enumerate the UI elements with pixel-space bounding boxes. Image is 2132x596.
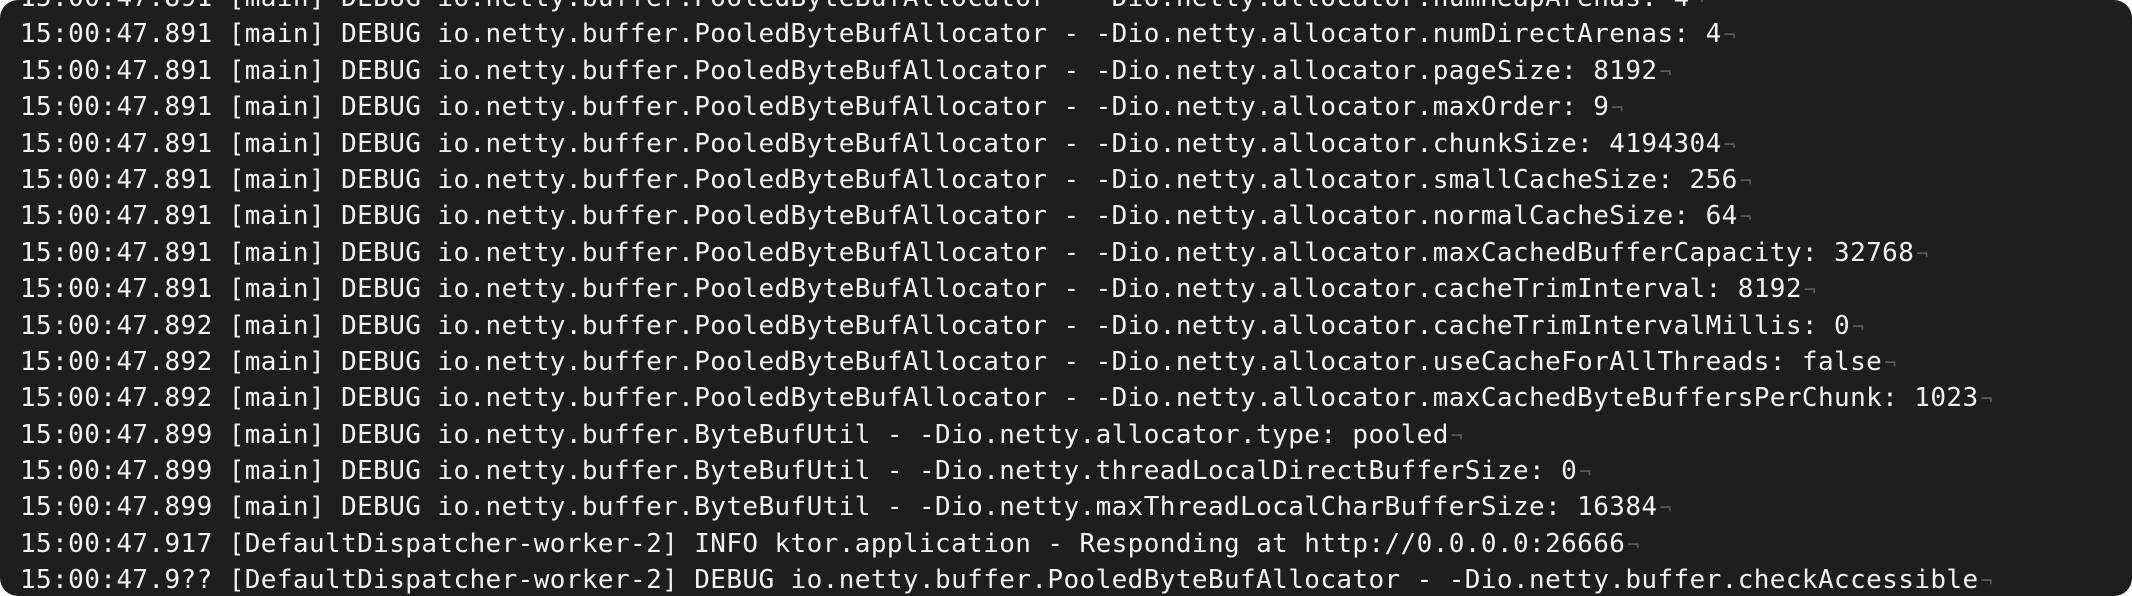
eol-marker-icon: ¬	[1852, 314, 1865, 339]
log-line: 15:00:47.891 [main] DEBUG io.netty.buffe…	[20, 89, 2132, 125]
log-line: 15:00:47.891 [main] DEBUG io.netty.buffe…	[20, 198, 2132, 234]
log-line: 15:00:47.891 [main] DEBUG io.netty.buffe…	[20, 271, 2132, 307]
log-line: 15:00:47.892 [main] DEBUG io.netty.buffe…	[20, 344, 2132, 380]
eol-marker-icon: ¬	[1611, 96, 1624, 121]
eol-marker-icon: ¬	[1659, 59, 1672, 84]
eol-marker-icon: ¬	[1723, 132, 1737, 157]
log-line-text: 15:00:47.891 [main] DEBUG io.netty.buffe…	[20, 201, 1738, 232]
eol-marker-icon: ¬	[1723, 23, 1737, 48]
log-line-text: 15:00:47.891 [main] DEBUG io.netty.buffe…	[20, 19, 1722, 50]
log-line: 15:00:47.891 [main] DEBUG io.netty.buffe…	[20, 235, 2132, 271]
eol-marker-icon: ¬	[1659, 496, 1672, 521]
terminal-window[interactable]: 15:00:47.891 [main] DEBUG io.netty.buffe…	[0, 0, 2132, 596]
log-line-text: 15:00:47.9?? [DefaultDispatcher-worker-2…	[20, 565, 1979, 596]
log-line-text: 15:00:47.891 [main] DEBUG io.netty.buffe…	[20, 0, 1690, 13]
log-line: 15:00:47.899 [main] DEBUG io.netty.buffe…	[20, 453, 2132, 489]
log-line: 15:00:47.9?? [DefaultDispatcher-worker-2…	[20, 562, 2132, 596]
eol-marker-icon: ¬	[1739, 168, 1753, 193]
eol-marker-icon: ¬	[1450, 423, 1464, 448]
log-line: 15:00:47.891 [main] DEBUG io.netty.buffe…	[20, 162, 2132, 198]
eol-marker-icon: ¬	[1980, 387, 1993, 412]
eol-marker-icon: ¬	[1803, 278, 1817, 303]
eol-marker-icon: ¬	[1579, 460, 1592, 485]
log-line-text: 15:00:47.891 [main] DEBUG io.netty.buffe…	[20, 164, 1738, 195]
log-line-text: 15:00:47.892 [main] DEBUG io.netty.buffe…	[20, 383, 1979, 414]
eol-marker-icon: ¬	[1884, 350, 1897, 375]
log-line-text: 15:00:47.899 [main] DEBUG io.netty.buffe…	[20, 456, 1578, 487]
log-line: 15:00:47.917 [DefaultDispatcher-worker-2…	[20, 526, 2132, 562]
eol-marker-icon: ¬	[1980, 569, 1993, 594]
log-line: 15:00:47.892 [main] DEBUG io.netty.buffe…	[20, 308, 2132, 344]
log-line: 15:00:47.899 [main] DEBUG io.netty.buffe…	[20, 489, 2132, 525]
log-line: 15:00:47.891 [main] DEBUG io.netty.buffe…	[20, 53, 2132, 89]
log-line-text: 15:00:47.891 [main] DEBUG io.netty.buffe…	[20, 237, 1915, 268]
log-line: 15:00:47.891 [main] DEBUG io.netty.buffe…	[20, 16, 2132, 52]
log-line-text: 15:00:47.891 [main] DEBUG io.netty.buffe…	[20, 92, 1610, 123]
log-line-text: 15:00:47.899 [main] DEBUG io.netty.buffe…	[20, 492, 1658, 523]
log-line-text: 15:00:47.892 [main] DEBUG io.netty.buffe…	[20, 346, 1883, 377]
eol-marker-icon: ¬	[1627, 532, 1640, 557]
log-line: 15:00:47.899 [main] DEBUG io.netty.buffe…	[20, 417, 2132, 453]
log-line-text: 15:00:47.917 [DefaultDispatcher-worker-2…	[20, 528, 1626, 559]
log-output: 15:00:47.891 [main] DEBUG io.netty.buffe…	[20, 0, 2132, 596]
log-line-text: 15:00:47.899 [main] DEBUG io.netty.buffe…	[20, 419, 1449, 450]
eol-marker-icon: ¬	[1916, 241, 1929, 266]
log-line-text: 15:00:47.891 [main] DEBUG io.netty.buffe…	[20, 55, 1658, 86]
log-line-text: 15:00:47.891 [main] DEBUG io.netty.buffe…	[20, 128, 1722, 159]
eol-marker-icon: ¬	[1692, 0, 1704, 11]
log-line: 15:00:47.892 [main] DEBUG io.netty.buffe…	[20, 380, 2132, 416]
log-line-text: 15:00:47.891 [main] DEBUG io.netty.buffe…	[20, 274, 1802, 305]
eol-marker-icon: ¬	[1739, 205, 1753, 230]
log-line: 15:00:47.891 [main] DEBUG io.netty.buffe…	[20, 126, 2132, 162]
log-line-text: 15:00:47.892 [main] DEBUG io.netty.buffe…	[20, 310, 1851, 341]
log-line: 15:00:47.891 [main] DEBUG io.netty.buffe…	[20, 0, 2132, 16]
